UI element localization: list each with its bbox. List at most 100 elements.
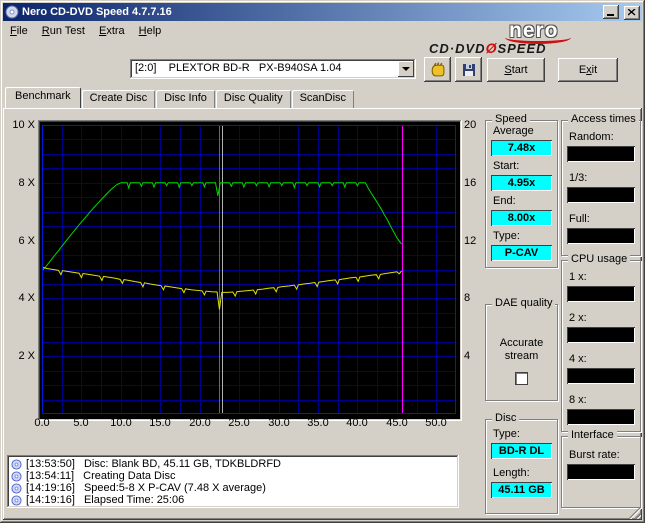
- dae-quality-title: DAE quality: [492, 297, 556, 310]
- tab-bar: Benchmark Create Disc Disc Info Disc Qualit…: [5, 87, 355, 108]
- disc-panel: Disc Type: BD-R DL Length: 45.11 GB: [485, 412, 558, 514]
- benchmark-chart: [38, 120, 462, 421]
- y-axis-left-label: 2 X: [18, 350, 35, 362]
- cpu-2x-label: 2 x:: [569, 312, 587, 324]
- cpu-4x-value-box: [567, 368, 635, 384]
- product-name: CD·DVDØSPEED: [429, 40, 547, 56]
- y-axis-right-label: 8: [464, 292, 471, 304]
- menu-item-extra[interactable]: Extra: [92, 23, 132, 39]
- log-entry: [14:19:16] Elapsed Time: 25:06: [11, 494, 455, 506]
- speed-panel-title: Speed: [492, 113, 530, 126]
- disc-panel-title: Disc: [492, 412, 520, 425]
- options-button[interactable]: [424, 57, 451, 82]
- tab-scandisc[interactable]: ScanDisc: [291, 90, 355, 108]
- cpu-2x-value-box: [567, 327, 635, 343]
- tab-benchmark[interactable]: Benchmark: [5, 87, 81, 108]
- close-icon: [628, 9, 636, 16]
- access-times-panel: Access times Random: 1/3: Full:: [561, 113, 641, 256]
- start-value: 4.95x: [491, 175, 552, 191]
- one-third-label: 1/3:: [569, 172, 588, 184]
- y-axis-left-label: 8 X: [18, 177, 35, 189]
- cpu-8x-value-box: [567, 409, 635, 425]
- log-entry: [13:53:50] Disc: Blank BD, 45.11 GB, TDK…: [11, 458, 455, 470]
- menu-item-run-test[interactable]: Run Test: [35, 23, 92, 39]
- y-axis-left-label: 10 X: [12, 119, 35, 131]
- tab-disc-quality[interactable]: Disc Quality: [215, 90, 291, 108]
- start-button[interactable]: Start: [487, 58, 545, 82]
- type-label: Type:: [493, 230, 520, 242]
- menu-bar: File Run Test Extra Help: [3, 22, 425, 40]
- close-button[interactable]: [624, 5, 640, 20]
- floppy-save-icon: [462, 63, 475, 76]
- y-axis-left-label: 6 X: [18, 235, 35, 247]
- log-panel[interactable]: [13:53:50] Disc: Blank BD, 45.11 GB, TDK…: [7, 455, 459, 508]
- log-time: [14:19:16]: [26, 494, 75, 506]
- cpu-usage-panel: CPU usage 1 x: 2 x: 4 x: 8 x:: [561, 253, 641, 432]
- hand-icon: [431, 62, 445, 77]
- cpu-1x-value-box: [567, 286, 635, 302]
- disc-icon: [11, 494, 22, 506]
- window-title: Nero CD-DVD Speed 4.7.7.16: [22, 6, 172, 18]
- burst-rate-label: Burst rate:: [569, 449, 620, 461]
- benchmark-tab-page: 10 X 20 8 X 16 6 X 12 4 X82 X 4 0.0 5.0 10.0 15.0 20…: [3, 108, 642, 520]
- drive-select-value: [2:0] PLEXTOR BD-R PX-B940SA 1.04: [135, 62, 342, 74]
- one-third-value-box: [567, 187, 635, 203]
- log-text: Disc: Blank BD, 45.11 GB, TDKBLDRFD: [83, 458, 281, 470]
- full-value-box: [567, 228, 635, 244]
- full-label: Full:: [569, 213, 590, 225]
- tab-create-disc[interactable]: Create Disc: [81, 90, 156, 108]
- disc-type-label: Type:: [493, 428, 520, 440]
- nero-logo: nero CD·DVDØSPEED: [427, 19, 639, 56]
- log-text: Elapsed Time: 25:06: [83, 494, 185, 506]
- start-label: Start:: [493, 160, 520, 172]
- transfer-rate-plot: [42, 125, 456, 414]
- random-label: Random:: [569, 131, 614, 143]
- y-axis-left-label: 4 X: [18, 292, 35, 304]
- menu-item-file[interactable]: File: [3, 23, 35, 39]
- log-time: [14:19:16]: [26, 482, 75, 494]
- cpu-1x-label: 1 x:: [569, 271, 587, 283]
- disc-length-value: 45.11 GB: [491, 482, 552, 498]
- speed-panel: Speed Average 7.48x Start: 4.95x End: 8.…: [485, 113, 558, 268]
- chevron-down-icon: [402, 67, 410, 75]
- accurate-stream-label: Accurate stream: [499, 337, 544, 362]
- end-label: End:: [493, 195, 516, 207]
- burst-rate-value-box: [567, 464, 635, 480]
- minimize-icon: [607, 14, 615, 16]
- drive-select[interactable]: [2:0] PLEXTOR BD-R PX-B940SA 1.04: [130, 59, 416, 79]
- access-times-title: Access times: [568, 113, 639, 126]
- average-value: 7.48x: [491, 140, 552, 156]
- accurate-stream-checkbox[interactable]: [515, 372, 528, 385]
- end-value: 8.00x: [491, 210, 552, 226]
- window-buttons: [601, 4, 640, 20]
- exit-button[interactable]: Exit: [558, 58, 618, 82]
- log-entry: [13:54:11] Creating Data Disc: [11, 470, 455, 482]
- minimize-button[interactable]: [602, 4, 619, 19]
- disc-icon: [11, 458, 22, 470]
- log-text: Creating Data Disc: [83, 470, 176, 482]
- interface-panel-title: Interface: [568, 429, 617, 442]
- app-icon-disc: [5, 5, 19, 19]
- slash-zero-icon: Ø: [485, 40, 498, 56]
- log-time: [13:54:11]: [26, 470, 75, 482]
- cpu-usage-title: CPU usage: [568, 253, 631, 266]
- dae-quality-panel: DAE quality Accurate stream: [485, 297, 558, 401]
- app-window: Nero CD-DVD Speed 4.7.7.16 File Run Test…: [0, 0, 645, 523]
- disc-length-label: Length:: [493, 467, 530, 479]
- log-text: Speed:5-8 X P-CAV (7.48 X average): [83, 482, 266, 494]
- cpu-4x-label: 4 x:: [569, 353, 587, 365]
- disc-icon: [11, 470, 22, 482]
- interface-panel: Interface Burst rate:: [561, 429, 641, 508]
- menu-item-help[interactable]: Help: [132, 23, 169, 39]
- tab-disc-info[interactable]: Disc Info: [156, 90, 215, 108]
- save-screenshot-button[interactable]: [455, 57, 482, 82]
- type-value: P-CAV: [491, 245, 552, 261]
- drive-select-arrow[interactable]: [398, 61, 414, 77]
- disc-type-value: BD-R DL: [491, 443, 552, 459]
- average-label: Average: [493, 125, 534, 137]
- log-time: [13:53:50]: [26, 458, 75, 470]
- disc-icon: [11, 482, 22, 494]
- cpu-8x-label: 8 x:: [569, 394, 587, 406]
- random-value-box: [567, 146, 635, 162]
- log-entry: [14:19:16] Speed:5-8 X P-CAV (7.48 X ave…: [11, 482, 455, 494]
